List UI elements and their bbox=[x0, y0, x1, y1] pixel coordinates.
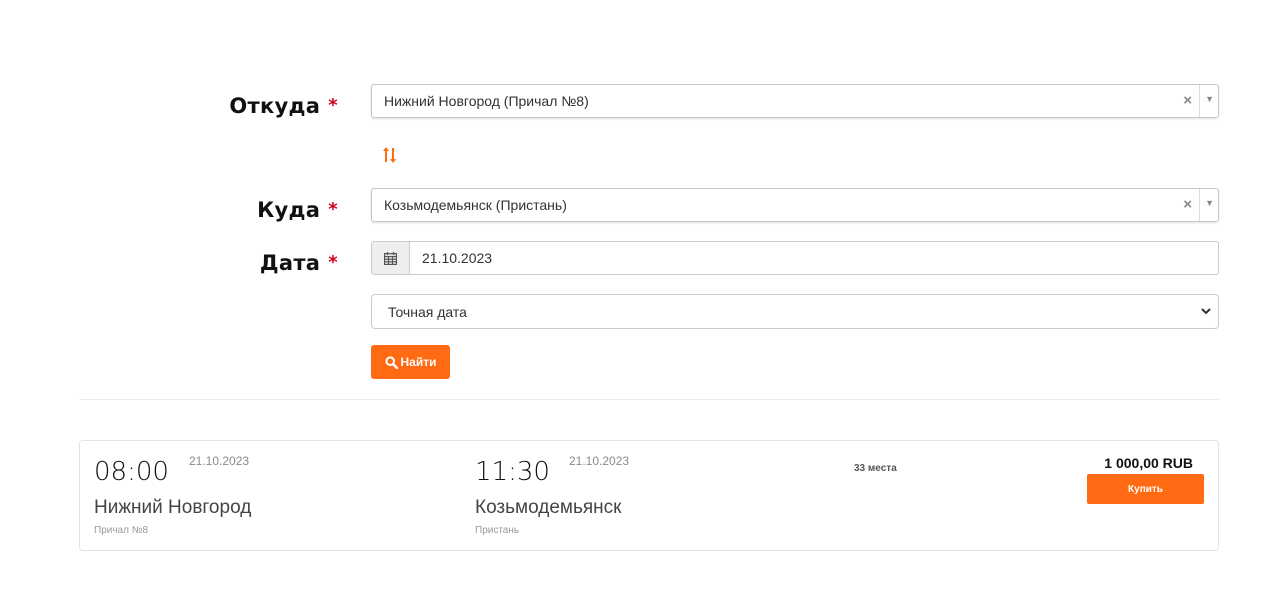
calendar-icon bbox=[384, 251, 397, 265]
select-separator bbox=[1199, 85, 1200, 117]
date-mode-value: Точная дата bbox=[388, 304, 467, 320]
from-select[interactable]: Нижний Новгород (Причал №8) × ▼ bbox=[371, 84, 1219, 118]
chevron-down-icon bbox=[1201, 308, 1211, 315]
departure-time: 08:00 bbox=[94, 457, 169, 487]
select-separator bbox=[1199, 189, 1200, 221]
to-select-value: Козьмодемьянск (Пристань) bbox=[384, 197, 567, 213]
dropdown-arrow-icon[interactable]: ▼ bbox=[1205, 198, 1214, 208]
required-mark: * bbox=[328, 252, 338, 273]
date-mode-select[interactable]: Точная дата bbox=[371, 294, 1219, 329]
date-input[interactable]: 21.10.2023 bbox=[409, 241, 1219, 275]
swap-vertical-icon[interactable] bbox=[383, 146, 397, 164]
calendar-button[interactable] bbox=[371, 241, 410, 275]
divider bbox=[79, 399, 1219, 400]
arrival-pier: Пристань bbox=[475, 525, 520, 536]
date-label-text: Дата bbox=[259, 251, 321, 275]
search-icon bbox=[384, 355, 398, 369]
departure-city: Нижний Новгород bbox=[94, 497, 252, 518]
dropdown-arrow-icon[interactable]: ▼ bbox=[1205, 94, 1214, 104]
trip-card: 08:00 21.10.2023 Нижний Новгород Причал … bbox=[79, 440, 1219, 551]
to-label: Куда * bbox=[257, 198, 338, 222]
to-select[interactable]: Козьмодемьянск (Пристань) × ▼ bbox=[371, 188, 1219, 222]
from-label: Откуда * bbox=[229, 94, 338, 118]
arrival-date: 21.10.2023 bbox=[569, 454, 630, 468]
search-button-label: Найти bbox=[400, 355, 437, 369]
required-mark: * bbox=[328, 199, 338, 220]
arrival-city: Козьмодемьянск bbox=[475, 497, 622, 518]
departure-date: 21.10.2023 bbox=[189, 454, 250, 468]
search-button[interactable]: Найти bbox=[371, 345, 450, 379]
seats-available: 33 места bbox=[854, 463, 897, 474]
departure-pier: Причал №8 bbox=[94, 525, 149, 536]
from-select-value: Нижний Новгород (Причал №8) bbox=[384, 93, 589, 109]
arrival-time: 11:30 bbox=[475, 457, 550, 487]
required-mark: * bbox=[328, 95, 338, 116]
clear-icon[interactable]: × bbox=[1183, 196, 1192, 213]
to-label-text: Куда bbox=[257, 198, 321, 222]
date-picker: 21.10.2023 bbox=[371, 241, 1219, 275]
buy-button[interactable]: Купить bbox=[1087, 474, 1204, 504]
clear-icon[interactable]: × bbox=[1183, 92, 1192, 109]
trip-price: 1 000,00 RUB bbox=[1104, 455, 1193, 471]
from-label-text: Откуда bbox=[229, 94, 321, 118]
date-label: Дата * bbox=[260, 251, 338, 275]
